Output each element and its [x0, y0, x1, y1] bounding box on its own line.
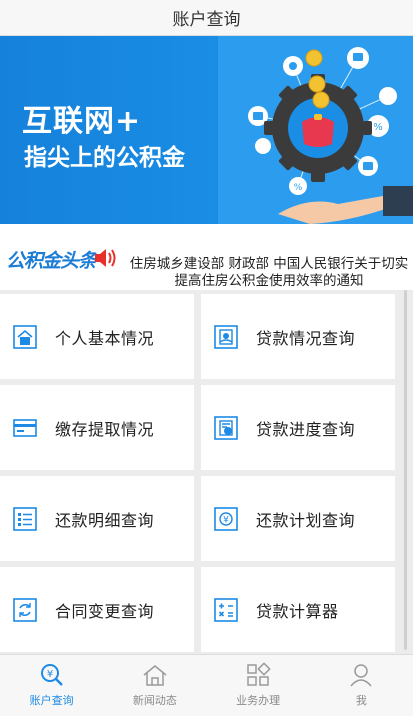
scrollbar[interactable]	[404, 290, 407, 650]
calculator-icon	[214, 597, 238, 622]
speaker-icon	[95, 249, 116, 267]
tab-me[interactable]: 我	[310, 655, 413, 716]
person-icon	[350, 664, 372, 687]
yen-plan-icon: ¥	[214, 506, 238, 531]
yen-search-icon: ¥	[40, 664, 63, 686]
menu-deposit-withdraw[interactable]: 缴存提取情况	[0, 385, 194, 470]
page-title: 账户查询	[172, 10, 241, 30]
menu-loan-calculator[interactable]: 贷款计算器	[201, 567, 395, 652]
news-headline[interactable]: 住房城乡建设部 财政部 中国人民银行关于切实提高住房公积金使用效率的通知	[128, 256, 410, 290]
top-bar: 账户查询	[0, 0, 413, 36]
tab-account-query[interactable]: ¥ 账户查询	[0, 655, 103, 716]
home-icon	[143, 665, 167, 686]
banner-subheadline: 指尖上的公积金	[24, 145, 185, 171]
finance-gear-illustration: % %	[218, 36, 413, 224]
menu-loan-progress[interactable]: 贷款进度查询	[201, 385, 395, 470]
svg-text:¥: ¥	[46, 669, 52, 680]
svg-text:%: %	[373, 122, 383, 133]
tab-business[interactable]: 业务办理	[207, 655, 310, 716]
svg-text:¥: ¥	[223, 515, 229, 525]
tab-news[interactable]: 新闻动态	[103, 655, 206, 716]
grid-icon	[247, 662, 271, 686]
promo-banner[interactable]: 互联网+ 指尖上的公积金 % %	[0, 36, 413, 224]
menu-contract-change[interactable]: 合同变更查询	[0, 567, 194, 652]
banner-headline: 互联网+	[22, 104, 142, 139]
menu-repayment-plan[interactable]: ¥ 还款计划查询	[201, 476, 395, 561]
bottom-tab-bar: ¥ 账户查询 新闻动态 业务办理 我	[0, 654, 413, 716]
house-icon	[13, 324, 37, 349]
list-icon	[13, 506, 37, 531]
card-icon	[13, 418, 37, 437]
menu-loan-status[interactable]: 贷款情况查询	[201, 294, 395, 379]
refresh-icon	[13, 597, 37, 622]
svg-text:%: %	[294, 183, 303, 193]
news-ticker[interactable]: 公积金头条 住房城乡建设部 财政部 中国人民银行关于切实提高住房公积金使用效率的…	[0, 224, 413, 290]
news-logo: 公积金头条	[6, 250, 97, 272]
menu-repayment-detail[interactable]: 还款明细查询	[0, 476, 194, 561]
progress-icon	[214, 415, 238, 440]
query-menu-grid: 个人基本情况 贷款情况查询 缴存提取情况 贷款进度查询 还款明细查询 ¥ 还款计…	[0, 294, 400, 652]
loan-status-icon	[214, 324, 238, 349]
menu-basic-info[interactable]: 个人基本情况	[0, 294, 194, 379]
